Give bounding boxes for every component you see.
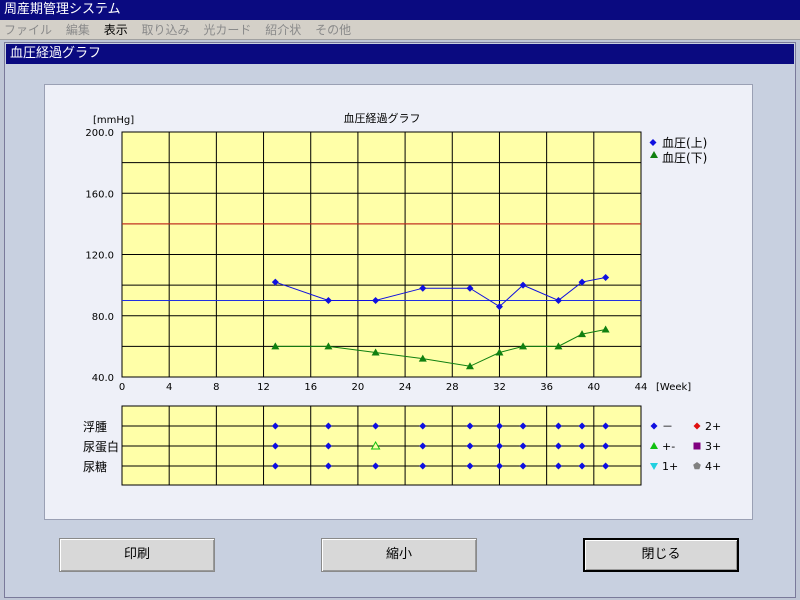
menu-file[interactable]: ファイル bbox=[4, 20, 52, 40]
menu-optical-card[interactable]: 光カード bbox=[203, 20, 251, 40]
menu-import[interactable]: 取り込み bbox=[142, 20, 190, 40]
window-title-bar: 周産期管理システム bbox=[0, 0, 800, 20]
menu-other[interactable]: その他 bbox=[315, 20, 351, 40]
subwindow-title: 血圧経過グラフ bbox=[10, 46, 102, 61]
menu-edit[interactable]: 編集 bbox=[66, 20, 90, 40]
window-title: 周産期管理システム bbox=[4, 2, 121, 17]
subwindow-title-bar: 血圧経過グラフ bbox=[6, 44, 794, 64]
menu-referral-letter[interactable]: 紹介状 bbox=[265, 20, 301, 40]
menu-bar: ファイル 編集 表示 取り込み 光カード 紹介状 その他 bbox=[0, 20, 800, 40]
close-button[interactable]: 閉じる bbox=[583, 538, 739, 572]
shrink-button[interactable]: 縮小 bbox=[321, 538, 477, 572]
menu-view[interactable]: 表示 bbox=[104, 20, 128, 40]
graph-panel bbox=[44, 84, 753, 520]
print-button[interactable]: 印刷 bbox=[59, 538, 215, 572]
